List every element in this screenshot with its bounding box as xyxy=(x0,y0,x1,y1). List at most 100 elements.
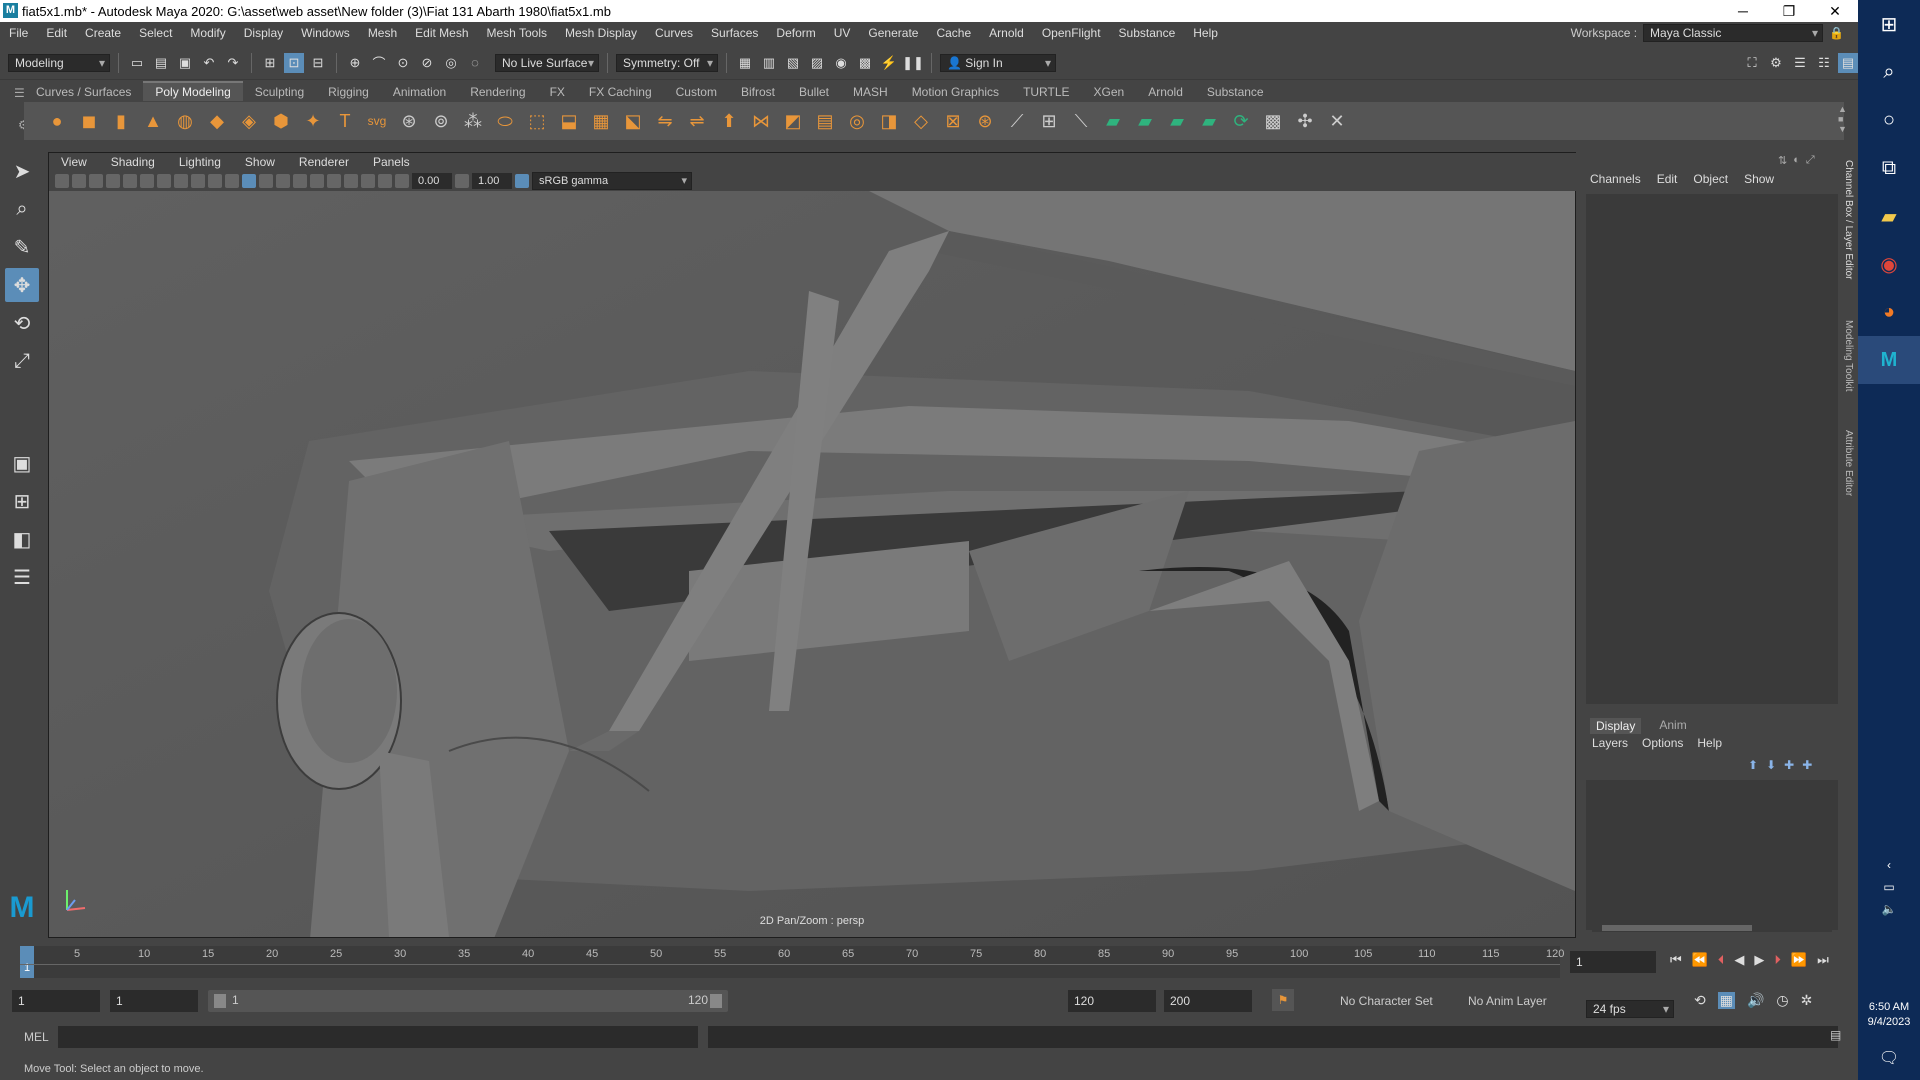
options-menu[interactable]: Options xyxy=(1642,736,1683,750)
current-frame-field[interactable]: 1 xyxy=(1570,951,1656,973)
step-back-key-icon[interactable]: ⏪ xyxy=(1692,952,1708,968)
poly-cylinder-icon[interactable]: ▮ xyxy=(108,108,134,134)
circularize-icon[interactable]: ⊛ xyxy=(972,108,998,134)
extrude-icon[interactable]: ⬆ xyxy=(716,108,742,134)
sound-icon[interactable]: 🔊 xyxy=(1747,992,1764,1009)
anim-layer-dropdown[interactable]: No Anim Layer xyxy=(1446,990,1566,1012)
edit-menu[interactable]: Edit xyxy=(1657,172,1678,186)
menu-arnold[interactable]: Arnold xyxy=(980,26,1033,40)
anim-prefs-icon[interactable]: ✲ xyxy=(1801,992,1813,1009)
delete-history-icon[interactable]: ✕ xyxy=(1324,108,1350,134)
lights-icon[interactable] xyxy=(276,174,290,188)
shelf-tab-animation[interactable]: Animation xyxy=(381,83,458,101)
menu-edit-mesh[interactable]: Edit Mesh xyxy=(406,26,477,40)
insert-edge-loop-icon[interactable]: ⊞ xyxy=(1036,108,1062,134)
vp-menu-panels[interactable]: Panels xyxy=(361,155,422,169)
scale-tool-icon[interactable]: ⤢ xyxy=(5,344,39,378)
side-tab-attribute-editor[interactable]: Attribute Editor xyxy=(1843,430,1854,496)
minimize-button[interactable]: ─ xyxy=(1720,0,1766,22)
menu-deform[interactable]: Deform xyxy=(767,26,824,40)
image-plane-icon[interactable] xyxy=(106,174,120,188)
show-menu[interactable]: Show xyxy=(1744,172,1774,186)
script-language-toggle[interactable]: MEL xyxy=(0,1030,58,1044)
search-icon[interactable]: ⌕ xyxy=(1858,48,1920,96)
step-forward-key-icon[interactable]: ⏩ xyxy=(1791,952,1807,968)
scene-end-field[interactable]: 200 xyxy=(1164,990,1252,1012)
menu-substance[interactable]: Substance xyxy=(1110,26,1185,40)
menuset-dropdown[interactable]: Modeling xyxy=(8,53,110,72)
shelf-tab-sculpting[interactable]: Sculpting xyxy=(243,83,316,101)
append-polygon-icon[interactable]: ◨ xyxy=(876,108,902,134)
step-back-frame-icon[interactable]: ⏴ xyxy=(1718,952,1725,968)
lock-icon[interactable]: 🔒 xyxy=(1829,26,1844,40)
shelf-tab-turtle[interactable]: TURTLE xyxy=(1011,83,1081,101)
redo-icon[interactable]: ↷ xyxy=(223,53,243,73)
toggle-modeling-toolkit-icon[interactable]: ⛶ xyxy=(1742,53,1762,73)
exposure-field[interactable]: 0.00 xyxy=(412,173,452,189)
vp-menu-shading[interactable]: Shading xyxy=(99,155,167,169)
cylindrical-uv-icon[interactable]: ▰ xyxy=(1132,108,1158,134)
soft-select-icon[interactable]: ⊚ xyxy=(428,108,454,134)
poly-disc-icon[interactable]: ◈ xyxy=(236,108,262,134)
scene-start-field[interactable]: 1 xyxy=(12,990,100,1012)
toggle-tool-settings-icon[interactable]: ☰ xyxy=(1790,53,1810,73)
vp-menu-renderer[interactable]: Renderer xyxy=(287,155,361,169)
transfer-attrs-icon[interactable]: ✣ xyxy=(1292,108,1318,134)
menu-file[interactable]: File xyxy=(0,26,37,40)
super-shape-icon[interactable]: ✦ xyxy=(300,108,326,134)
extract-icon[interactable]: ⬓ xyxy=(556,108,582,134)
boolean-union-icon[interactable]: ⬕ xyxy=(620,108,646,134)
toggle-channel-box-icon[interactable]: ▤ xyxy=(1838,52,1858,73)
poly-cone-icon[interactable]: ▲ xyxy=(140,108,166,134)
side-tab-modeling-toolkit[interactable]: Modeling Toolkit xyxy=(1843,320,1854,392)
timeline-ruler[interactable]: 1 5 10 15 20 25 30 35 40 45 50 55 60 65 … xyxy=(20,946,1564,978)
smooth-shade-icon[interactable] xyxy=(242,174,256,188)
menu-mesh-display[interactable]: Mesh Display xyxy=(556,26,646,40)
resolution-gate-icon[interactable] xyxy=(157,174,171,188)
shelf-tab-rigging[interactable]: Rigging xyxy=(316,83,381,101)
svg-tool-icon[interactable]: svg xyxy=(364,108,390,134)
platonic-solid-icon[interactable]: ⬢ xyxy=(268,108,294,134)
menu-create[interactable]: Create xyxy=(76,26,130,40)
field-chart-icon[interactable] xyxy=(191,174,205,188)
film-gate-icon[interactable] xyxy=(140,174,154,188)
anti-alias-icon[interactable] xyxy=(344,174,358,188)
menu-select[interactable]: Select xyxy=(130,26,181,40)
new-layer-selected-icon[interactable]: ✚ xyxy=(1802,758,1812,772)
snap-live-icon[interactable]: ◌ xyxy=(465,53,485,73)
cache-icon[interactable]: ▦ xyxy=(1717,992,1735,1009)
arnold-render-icon[interactable]: ⚡ xyxy=(879,53,899,73)
xray-icon[interactable] xyxy=(361,174,375,188)
layer-help-menu[interactable]: Help xyxy=(1697,736,1722,750)
shelf-tab-bifrost[interactable]: Bifrost xyxy=(729,83,787,101)
menu-cache[interactable]: Cache xyxy=(927,26,980,40)
layers-menu[interactable]: Layers xyxy=(1592,736,1628,750)
side-tab-channel-box[interactable]: Channel Box / Layer Editor xyxy=(1843,160,1854,280)
move-tool-icon[interactable]: ✥ xyxy=(5,268,39,302)
move-layer-up-icon[interactable]: ⬆ xyxy=(1748,758,1758,772)
menu-mesh-tools[interactable]: Mesh Tools xyxy=(478,26,556,40)
workspace-dropdown[interactable]: Maya Classic xyxy=(1643,24,1824,42)
mirror-icon[interactable]: ⇋ xyxy=(652,108,678,134)
shelf-tab-bullet[interactable]: Bullet xyxy=(787,83,841,101)
bookmark-icon[interactable] xyxy=(89,174,103,188)
shelf-tab-substance[interactable]: Substance xyxy=(1195,83,1276,101)
wedge-icon[interactable]: ⊠ xyxy=(940,108,966,134)
hypershade-icon[interactable]: ◉ xyxy=(831,53,851,73)
ipr-render-icon[interactable]: ▧ xyxy=(783,53,803,73)
close-button[interactable]: ✕ xyxy=(1812,0,1858,22)
menu-mesh[interactable]: Mesh xyxy=(359,26,406,40)
shelf-menu-icon[interactable]: ☰ xyxy=(14,86,25,100)
menu-edit[interactable]: Edit xyxy=(37,26,76,40)
goto-end-icon[interactable]: ⏭ xyxy=(1817,952,1829,968)
cortana-icon[interactable]: ○ xyxy=(1858,96,1920,144)
shelf-tab-xgen[interactable]: XGen xyxy=(1082,83,1137,101)
notifications-icon[interactable]: 🗨 xyxy=(1858,1048,1920,1068)
bridge-edge-icon[interactable]: ▤ xyxy=(812,108,838,134)
display-layers-tab[interactable]: Display xyxy=(1590,718,1642,734)
shelf-tab-rendering[interactable]: Rendering xyxy=(458,83,537,101)
render-seq-icon[interactable]: ▥ xyxy=(759,53,779,73)
gamma-field[interactable]: 1.00 xyxy=(472,173,512,189)
symmetry-dropdown[interactable]: Symmetry: Off xyxy=(616,53,718,72)
command-input[interactable] xyxy=(58,1026,698,1048)
